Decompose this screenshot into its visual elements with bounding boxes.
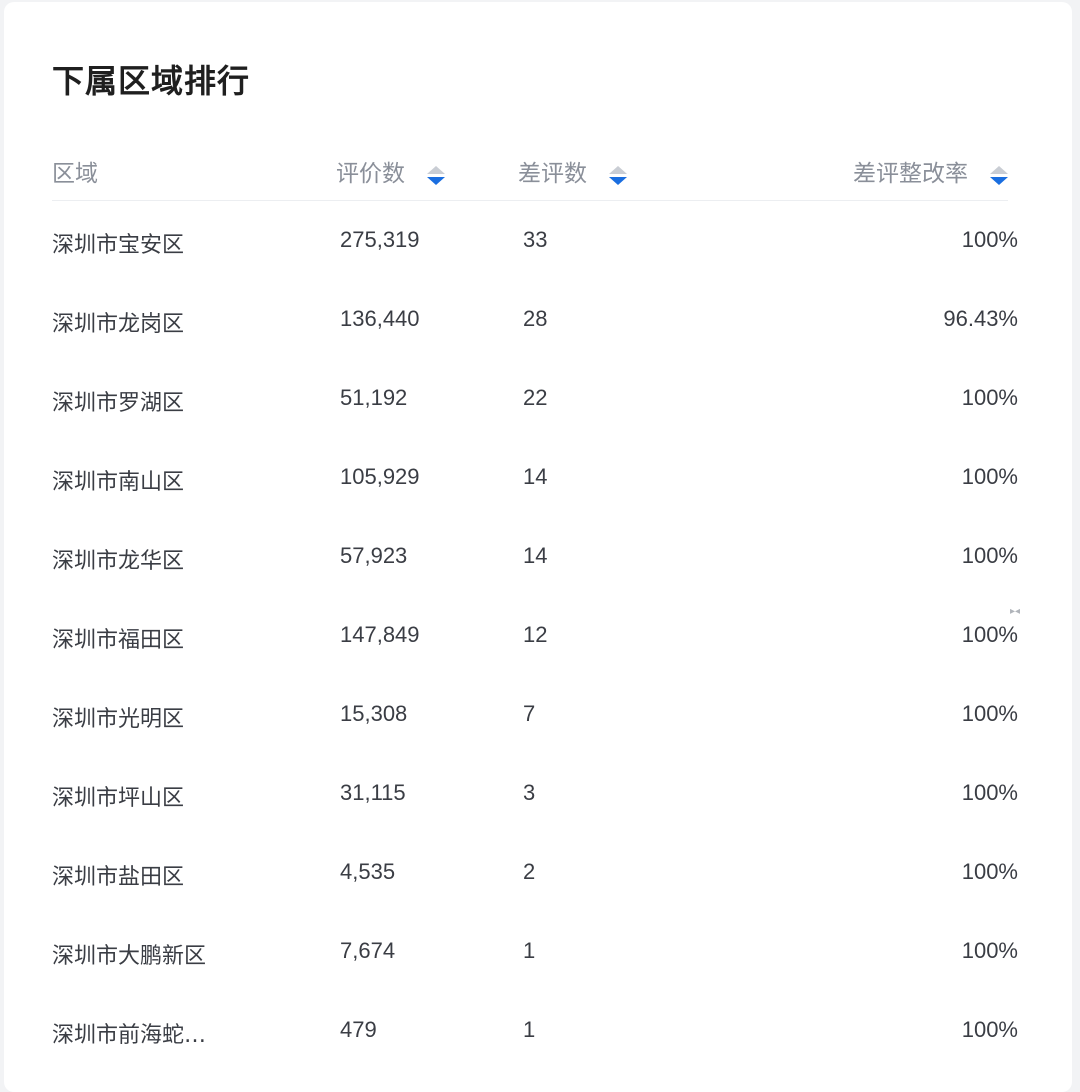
table-row[interactable]: 深圳市盐田区 4,535 2 100%: [52, 833, 1018, 912]
cell-reviews: 51,192: [340, 385, 408, 410]
cell-rectify-rate: 100%: [961, 1017, 1018, 1042]
cell-bad-reviews: 14: [523, 464, 548, 489]
cell-bad-reviews: 12: [523, 622, 548, 647]
sort-ascending-icon[interactable]: [990, 165, 1008, 174]
sort-ascending-icon[interactable]: [609, 165, 627, 174]
column-header-label: 差评数: [518, 161, 587, 187]
table-header: 区域 评价数 差评数 差评整改率: [52, 134, 1008, 201]
column-header-rectify-rate[interactable]: 差评整改率: [853, 154, 1008, 188]
cell-rectify-rate: 100%: [961, 385, 1018, 410]
cell-region: 深圳市龙华区: [52, 549, 185, 574]
sort-ascending-icon[interactable]: [427, 165, 445, 174]
cell-reviews: 7,674: [340, 938, 396, 963]
table-body: 深圳市宝安区 275,319 33 100% 深圳市龙岗区 136,440 28 96.43%…: [52, 201, 1018, 1070]
cell-reviews: 105,929: [340, 464, 420, 489]
cell-bad-reviews: 22: [523, 385, 548, 410]
cell-bad-reviews: 28: [523, 306, 548, 331]
scroll-handle-icon[interactable]: ▸◂: [1010, 606, 1020, 617]
table-row[interactable]: 深圳市龙岗区 136,440 28 96.43%: [52, 280, 1018, 359]
cell-rectify-rate: 96.43%: [943, 306, 1018, 331]
cell-reviews: 4,535: [340, 859, 396, 884]
cell-reviews: 57,923: [340, 543, 408, 568]
table-row[interactable]: 深圳市坪山区 31,115 3 100%: [52, 754, 1018, 833]
column-header-bad-reviews[interactable]: 差评数: [518, 154, 627, 188]
cell-reviews: 136,440: [340, 306, 420, 331]
sort-caret-icon[interactable]: [609, 165, 627, 185]
sort-descending-icon[interactable]: [990, 176, 1008, 185]
table-row[interactable]: 深圳市前海蛇… 479 1 100%: [52, 991, 1018, 1070]
cell-bad-reviews: 33: [523, 227, 548, 252]
sort-caret-icon[interactable]: [990, 165, 1008, 185]
cell-reviews: 15,308: [340, 701, 408, 726]
cell-region: 深圳市南山区: [52, 470, 185, 495]
cell-rectify-rate: 100%: [961, 780, 1018, 805]
cell-region: 深圳市龙岗区: [52, 312, 185, 337]
cell-region: 深圳市光明区: [52, 707, 185, 732]
table-row[interactable]: 深圳市宝安区 275,319 33 100%: [52, 201, 1018, 280]
card-title: 下属区域排行: [52, 62, 251, 100]
column-header-label: 评价数: [336, 161, 405, 187]
table-row[interactable]: 深圳市光明区 15,308 7 100%: [52, 675, 1018, 754]
cell-rectify-rate: 100%: [961, 859, 1018, 884]
table-row[interactable]: 深圳市南山区 105,929 14 100%: [52, 438, 1018, 517]
cell-rectify-rate: 100%: [961, 227, 1018, 252]
cell-rectify-rate: 100%: [961, 701, 1018, 726]
cell-bad-reviews: 1: [523, 1017, 536, 1042]
sort-caret-icon[interactable]: [427, 165, 445, 185]
cell-region: 深圳市宝安区: [52, 233, 185, 258]
region-ranking-card: 下属区域排行 区域 评价数 差评数 差评整改率 深圳市宝安区 275,319 3…: [4, 2, 1072, 1092]
cell-reviews: 147,849: [340, 622, 420, 647]
column-header-region: 区域: [52, 154, 98, 188]
cell-rectify-rate: 100%: [961, 622, 1018, 647]
cell-reviews: 31,115: [340, 780, 406, 805]
cell-region: 深圳市前海蛇…: [52, 1023, 207, 1048]
sort-descending-icon[interactable]: [609, 176, 627, 185]
cell-region: 深圳市坪山区: [52, 786, 185, 811]
cell-bad-reviews: 14: [523, 543, 548, 568]
table-row[interactable]: 深圳市大鹏新区 7,674 1 100%: [52, 912, 1018, 991]
cell-rectify-rate: 100%: [961, 543, 1018, 568]
cell-region: 深圳市罗湖区: [52, 391, 185, 416]
cell-reviews: 275,319: [340, 227, 420, 252]
cell-bad-reviews: 7: [523, 701, 536, 726]
column-header-reviews[interactable]: 评价数: [336, 154, 445, 188]
column-header-label: 区域: [52, 161, 98, 187]
table-row[interactable]: 深圳市龙华区 57,923 14 100%: [52, 517, 1018, 596]
cell-rectify-rate: 100%: [961, 938, 1018, 963]
table-row[interactable]: 深圳市福田区 147,849 12 100%: [52, 596, 1018, 675]
cell-region: 深圳市大鹏新区: [52, 944, 207, 969]
sort-descending-icon[interactable]: [427, 176, 445, 185]
cell-region: 深圳市福田区: [52, 628, 185, 653]
cell-reviews: 479: [340, 1017, 377, 1042]
table-row[interactable]: 深圳市罗湖区 51,192 22 100%: [52, 359, 1018, 438]
column-header-label: 差评整改率: [853, 161, 968, 187]
cell-bad-reviews: 3: [523, 780, 536, 805]
cell-region: 深圳市盐田区: [52, 865, 185, 890]
cell-bad-reviews: 1: [523, 938, 536, 963]
cell-bad-reviews: 2: [523, 859, 536, 884]
cell-rectify-rate: 100%: [961, 464, 1018, 489]
